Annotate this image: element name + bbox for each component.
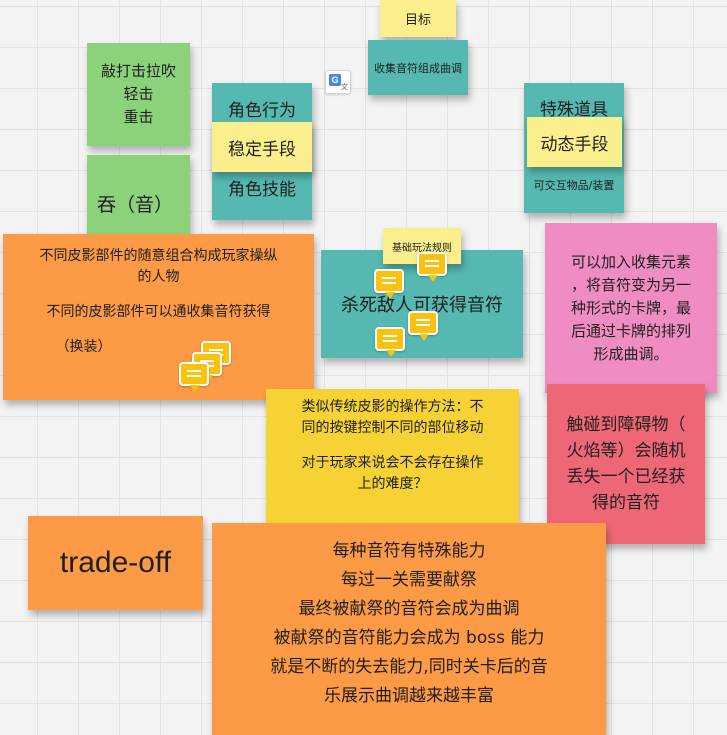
note-card-collect-line: 可以加入收集元素 [570,252,691,271]
note-dynamic-means[interactable]: 动态手段 [527,117,622,167]
note-card-collect[interactable]: 可以加入收集元素 ，将音符变为另一 种形式的卡牌，最 后通过卡牌的排列 形成曲调… [545,223,717,393]
note-obstacle-line: 得的音符 [592,493,660,513]
note-shadow-play[interactable]: 类似传统皮影的操作方法：不 同的按键控制不同的部位移动 对于玩家来说会不会存在操… [266,389,519,523]
note-skin-parts-line: （换装） [55,339,112,355]
note-role-behavior-text: 角色行为 [228,101,296,121]
note-tradeoff[interactable]: trade-off [28,516,203,610]
note-actions-line: 重击 [123,108,154,126]
note-card-collect-line: 种形式的卡牌，最 [570,298,691,317]
note-collect-notes[interactable]: 收集音符组成曲调 [368,40,468,95]
note-sacrifice-line: 最终被献祭的音符会成为曲调 [298,599,520,619]
note-shadow-play-line: 同的按键控制不同的部位移动 [301,420,484,436]
comment-icon[interactable] [375,327,405,357]
comment-icon[interactable] [179,362,209,392]
comment-icon[interactable] [417,252,447,282]
note-obstacle-line: 丢失一个已经获 [566,467,686,487]
note-skin-parts-line: 不同皮影部件的随意组合构成玩家操纵 [39,248,278,264]
note-collect-text: 收集音符组成曲调 [374,61,462,75]
note-tradeoff-text: trade-off [59,546,172,579]
note-shadow-play-line: 类似传统皮影的操作方法：不 [301,399,484,415]
note-interactive-items-text: 可交互物品/装置 [533,179,615,192]
comment-icon[interactable] [408,311,438,341]
note-swallow[interactable]: 吞（音） [87,155,190,241]
note-actions[interactable]: 敲打击拉吹 轻击 重击 [87,43,190,146]
note-role-skill-text: 角色技能 [228,180,296,200]
note-shadow-play-line: 上的难度？ [357,476,428,492]
note-actions-line: 轻击 [123,85,154,103]
note-shadow-play-line: 对于玩家来说会不会存在操作 [301,455,484,471]
note-obstacle-line: 火焰等）会随机 [566,441,686,461]
note-stable-means[interactable]: 稳定手段 [212,122,312,172]
note-skin-parts-line: 不同的皮影部件可以通收集音符获得 [46,304,271,320]
note-goal-text: 目标 [404,13,431,28]
note-card-collect-line: 后通过卡牌的排列 [570,321,691,340]
note-sacrifice-line: 被献祭的音符能力会成为 boss 能力 [273,628,545,648]
note-swallow-text: 吞（音） [97,194,174,216]
note-sacrifice-line: 每种音符有特殊能力 [332,541,486,561]
note-stable-means-text: 稳定手段 [228,139,296,160]
translate-icon[interactable]: G 文 [325,70,351,94]
note-skin-parts[interactable]: 不同皮影部件的随意组合构成玩家操纵 的人物 不同的皮影部件可以通收集音符获得 （… [3,234,314,400]
note-sacrifice-line: 每过一关需要献祭 [341,570,477,590]
comment-icon[interactable] [374,269,404,299]
note-sacrifice-line: 乐展示曲调越来越丰富 [324,686,494,706]
note-goal[interactable]: 目标 [380,0,456,37]
note-skin-parts-line: 的人物 [137,269,180,285]
note-dynamic-means-text: 动态手段 [540,134,609,155]
note-sacrifice-line: 就是不断的失去能力,同时关卡后的音 [270,657,548,677]
note-sacrifice[interactable]: 每种音符有特殊能力 每过一关需要献祭 最终被献祭的音符会成为曲调 被献祭的音符能… [212,523,606,735]
note-card-collect-line: ，将音符变为另一 [570,275,691,294]
note-obstacle[interactable]: 触碰到障碍物（ 火焰等）会随机 丢失一个已经获 得的音符 [547,384,705,544]
note-card-collect-line: 形成曲调。 [593,344,669,363]
note-actions-line: 敲打击拉吹 [100,62,176,80]
note-obstacle-line: 触碰到障碍物（ [566,415,686,435]
